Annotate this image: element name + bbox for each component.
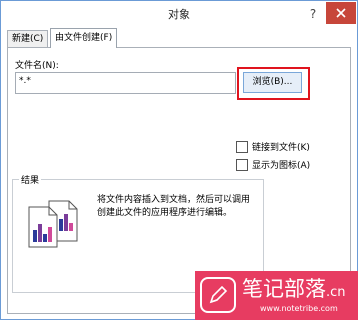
pen-icon <box>200 277 236 313</box>
file-name-input[interactable]: *.* <box>15 72 236 94</box>
watermark: 笔记部落.cn www.notetribe.com <box>195 271 358 320</box>
watermark-title: 笔记部落.cn <box>242 277 346 301</box>
link-to-file-label: 链接到文件(K) <box>252 143 310 153</box>
help-button[interactable]: ? <box>302 5 324 23</box>
close-icon <box>336 8 346 18</box>
tab-create-new[interactable]: 新建(C) <box>7 30 49 47</box>
close-button[interactable] <box>326 2 356 24</box>
display-as-icon-checkbox[interactable] <box>236 159 248 171</box>
result-group-title: 结果 <box>19 173 42 186</box>
link-to-file-checkbox[interactable] <box>236 141 248 153</box>
title-bar: 对象 ? <box>1 1 357 28</box>
result-description: 将文件内容插入到文档，然后可以调用创建此文件的应用程序进行编辑。 <box>97 195 251 218</box>
display-as-icon-label: 显示为图标(A) <box>252 161 311 171</box>
document-chart-icon <box>25 197 85 249</box>
watermark-url: www.notetribe.com <box>260 304 338 313</box>
tab-create-from-file[interactable]: 由文件创建(F) <box>50 28 118 48</box>
file-name-label: 文件名(N): <box>15 61 59 71</box>
file-name-value: *.* <box>19 76 31 86</box>
browse-button[interactable]: 浏览(B)... <box>243 72 302 93</box>
